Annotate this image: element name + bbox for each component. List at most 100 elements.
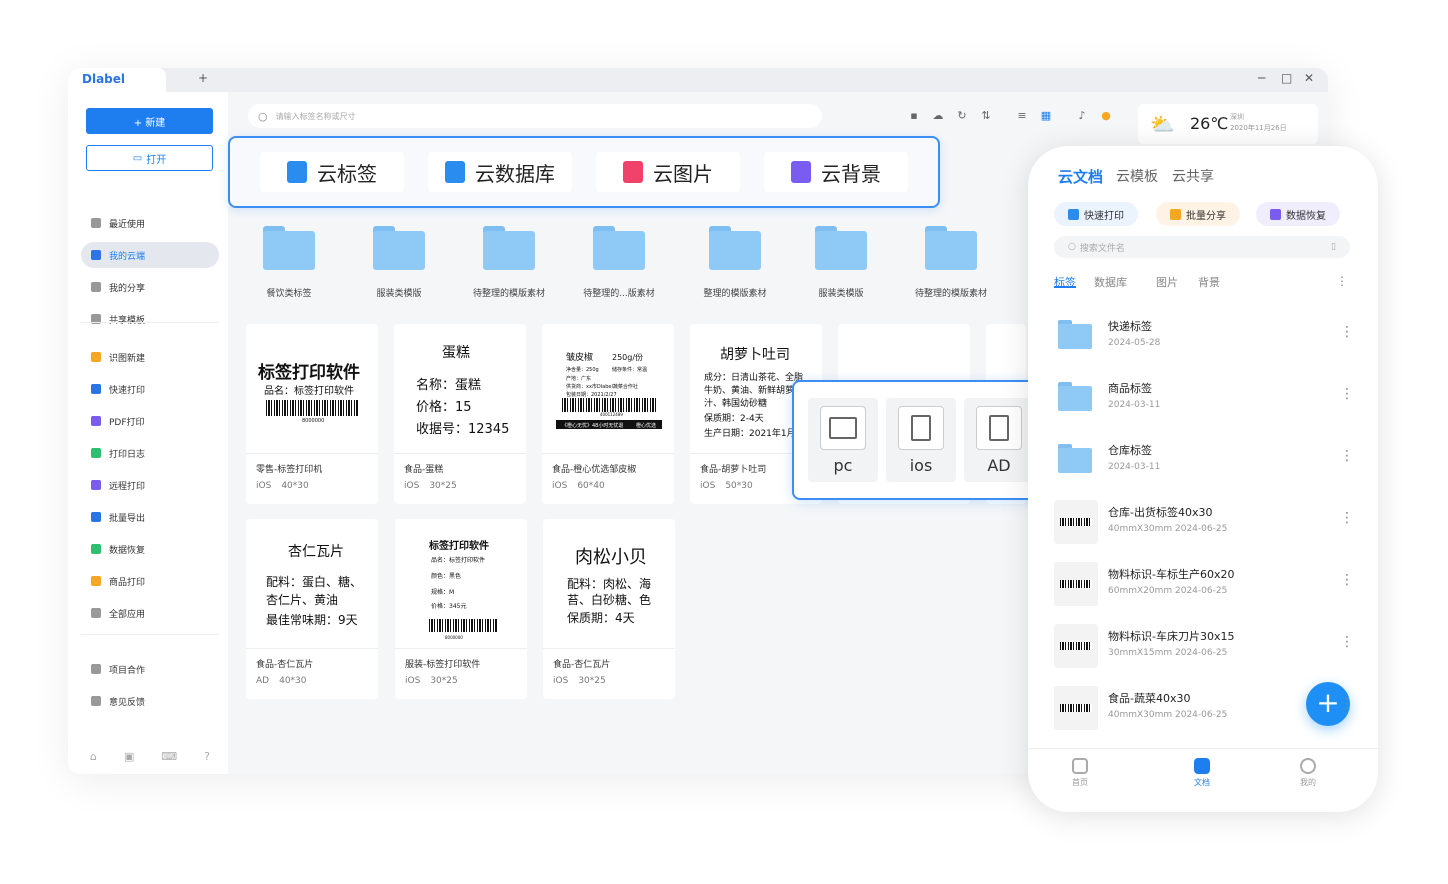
open-button[interactable]: ▭ 打开	[86, 145, 213, 171]
help-icon[interactable]: ?	[204, 750, 210, 763]
card-platform: iOS	[256, 481, 272, 491]
phone-subtab[interactable]: 标签	[1054, 274, 1076, 290]
sidebar-item[interactable]: 识图新建	[81, 344, 219, 370]
close-button[interactable]: ✕	[1304, 71, 1314, 85]
folder-item[interactable]: 整理的模版素材	[680, 222, 790, 302]
more-icon[interactable]: ⋮	[1336, 274, 1348, 288]
new-tab-button[interactable]: +	[198, 71, 208, 85]
label-preview: 标签打印软件 品名：标签打印软件 颜色：黑色 规格：M 价格：345元 8000000	[395, 519, 527, 649]
sidebar-item[interactable]: 我的分享	[81, 274, 219, 300]
user-icon[interactable]: ●	[1100, 110, 1112, 122]
scan-icon[interactable]: ▯	[1331, 242, 1336, 252]
folder-item[interactable]: 待整理的...版素材	[564, 222, 674, 302]
cloud-upload-icon[interactable]: ☁	[932, 110, 944, 122]
more-icon[interactable]: ⋮	[1340, 572, 1354, 588]
label-card[interactable]: 皱皮椒 250g/份 净含量：250g 储存条件：常温 产地：广东 供货商：xx市Dlab…	[542, 324, 674, 504]
search-bar[interactable]: ○ 请输入标签名称或尺寸	[248, 104, 822, 128]
maximize-button[interactable]: □	[1281, 71, 1292, 85]
label-card[interactable]: 肉松小贝 配料：肉松、海 苔、白砂糖、色 保质期：4天 食品-杏仁瓦片 iOS 30*25	[543, 519, 675, 699]
sidebar-item[interactable]: 全部应用	[81, 600, 219, 626]
bell-icon[interactable]: ♪	[1076, 110, 1088, 122]
preview-text: 价格：345元	[431, 603, 467, 610]
file-list-item[interactable]: 仓库-出货标签40x30 40mmX30mm 2024-06-25 ⋮	[1054, 496, 1354, 550]
sidebar-item[interactable]: 意见反馈	[81, 688, 219, 714]
file-list-item[interactable]: 物料标识-车床刀片30x15 30mmX15mm 2024-06-25 ⋮	[1054, 620, 1354, 674]
cloud-tab-icon	[791, 161, 811, 183]
label-card[interactable]: 标签打印软件 品名：标签打印软件 颜色：黑色 规格：M 价格：345元 8000000 服装…	[395, 519, 527, 699]
phone-subtab[interactable]: 图片	[1156, 274, 1178, 290]
folder-item[interactable]: 待整理的模版素材	[454, 222, 564, 302]
cloud-tab[interactable]: 云背景	[764, 152, 908, 192]
phone-subtab[interactable]: 背景	[1198, 274, 1220, 290]
more-icon[interactable]: ⋮	[1340, 324, 1354, 340]
home-icon[interactable]: ⌂	[90, 750, 97, 763]
sidebar-item[interactable]: 打印日志	[81, 440, 219, 466]
cloud-tab[interactable]: 云标签	[260, 152, 404, 192]
cloud-tab-icon	[287, 161, 307, 183]
file-list-item[interactable]: 仓库标签 2024-03-11 ⋮	[1054, 434, 1354, 488]
more-icon[interactable]: ⋮	[1340, 696, 1354, 712]
cloud-tab[interactable]: 云数据库	[428, 152, 572, 192]
sort-icon[interactable]: ⇅	[980, 110, 992, 122]
profile-nav[interactable]: 我的	[1278, 758, 1338, 788]
sidebar-item[interactable]: PDF打印	[81, 408, 219, 434]
sidebar-item[interactable]: 远程打印	[81, 472, 219, 498]
phone-tab[interactable]: 云模板	[1116, 166, 1158, 186]
sidebar-item[interactable]: 商品打印	[81, 568, 219, 594]
device-option[interactable]: AD	[964, 398, 1034, 482]
sidebar-item[interactable]: 数据恢复	[81, 536, 219, 562]
sidebar-item[interactable]: 共享模板	[81, 306, 219, 332]
more-icon[interactable]: ⋮	[1340, 386, 1354, 402]
sidebar-item[interactable]: 最近使用	[81, 210, 219, 236]
device-option[interactable]: ios	[886, 398, 956, 482]
more-icon[interactable]: ⋮	[1340, 634, 1354, 650]
folder-item[interactable]: 服装类模版	[344, 222, 454, 302]
quick-action-pill[interactable]: 快速打印	[1054, 202, 1138, 226]
mobile-app: ○ 搜索文件名 ▯ ⋮ + 云文档 云模板 云共享 快速打印 批量分享 数据恢复 标签 数据库 图片…	[1028, 146, 1378, 812]
quick-action-pill[interactable]: 批量分享	[1156, 202, 1240, 226]
label-card[interactable]: 杏仁瓦片 配料：蛋白、糖、 杏仁片、黄油 最佳常味期：9天 食品-杏仁瓦片 AD 40*30	[246, 519, 378, 699]
file-list-item[interactable]: 物料标识-车标生产60x20 60mmX20mm 2024-06-25 ⋮	[1054, 558, 1354, 612]
cloud-tab-label: 云背景	[821, 161, 881, 186]
card-name: 食品-蛋糕	[404, 465, 444, 475]
label-card[interactable]: 标签打印软件 品名：标签打印软件 8000000 零售-标签打印机 iOS 40*30	[246, 324, 378, 504]
phone-tab[interactable]: 云文档	[1058, 166, 1103, 187]
file-list-item[interactable]: 商品标签 2024-03-11 ⋮	[1054, 372, 1354, 426]
file-search-input[interactable]: ○ 搜索文件名 ▯	[1054, 236, 1350, 258]
preview-text: 储存条件：常温	[612, 367, 648, 373]
sidebar-item[interactable]: 项目合作	[81, 656, 219, 682]
quick-action-icon	[1170, 208, 1181, 220]
list-view-icon[interactable]: ≡	[1016, 110, 1028, 122]
folder-item[interactable]: 餐饮类标签	[234, 222, 344, 302]
import-folder-icon[interactable]: ▪	[908, 110, 920, 122]
label-card[interactable]: 蛋糕 名称：蛋糕 价格：15 收据号：12345 食品-蛋糕 iOS 30*25	[394, 324, 526, 504]
phone-subtab[interactable]: 数据库	[1094, 274, 1127, 290]
folder-item[interactable]: 待整理的模版素材	[896, 222, 1006, 302]
grid-view-icon[interactable]: ▦	[1040, 110, 1052, 122]
app-tab[interactable]: Dlabel	[68, 68, 166, 92]
new-button[interactable]: + 新建	[86, 108, 213, 134]
file-list-item[interactable]: 快递标签 2024-05-28 ⋮	[1054, 310, 1354, 364]
file-title: 快递标签	[1108, 320, 1152, 333]
docs-nav[interactable]: 文档	[1172, 758, 1232, 788]
cloud-tab[interactable]: 云图片	[596, 152, 740, 192]
device-option[interactable]: pc	[808, 398, 878, 482]
sidebar-item[interactable]: 批量导出	[81, 504, 219, 530]
folder-item[interactable]: 服装类模版	[786, 222, 896, 302]
minimize-button[interactable]: ─	[1258, 71, 1265, 85]
home-nav[interactable]: 首页	[1050, 758, 1110, 788]
refresh-icon[interactable]: ↻	[956, 110, 968, 122]
label-thumbnail	[1054, 624, 1098, 668]
phone-tab[interactable]: 云共享	[1172, 166, 1214, 186]
search-input[interactable]: 请输入标签名称或尺寸	[276, 111, 356, 122]
video-icon[interactable]: ▣	[124, 750, 134, 763]
more-icon[interactable]: ⋮	[1340, 448, 1354, 464]
sidebar-item[interactable]: 快速打印	[81, 376, 219, 402]
file-list-item[interactable]: 食品-蔬菜40x30 40mmX30mm 2024-06-25 ⋮	[1054, 682, 1354, 736]
preview-text: 杏仁瓦片	[288, 544, 344, 560]
more-icon[interactable]: ⋮	[1340, 510, 1354, 526]
sidebar-item[interactable]: 我的云端	[81, 242, 219, 268]
preview-text: 生产日期：2021年1月	[704, 429, 796, 439]
keyboard-icon[interactable]: ⌨	[161, 750, 177, 763]
quick-action-pill[interactable]: 数据恢复	[1256, 202, 1340, 226]
